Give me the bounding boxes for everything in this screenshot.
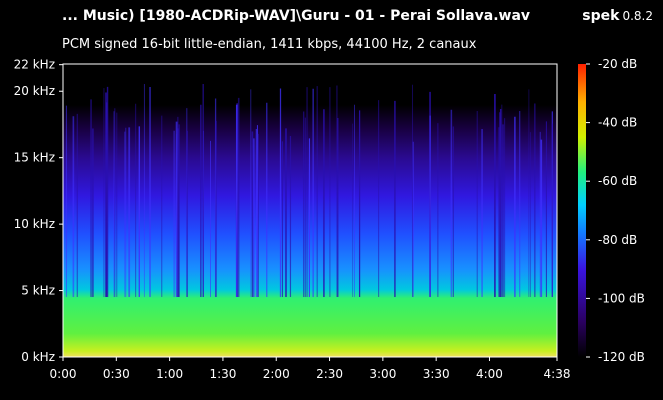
y-tick-label: 15 kHz: [14, 151, 55, 165]
y-tick-label: 22 kHz: [14, 58, 55, 72]
x-tick-label: 0:00: [50, 367, 77, 381]
x-tick-label: 4:38: [544, 367, 571, 381]
spectrogram-chart: 0:00 0:30 1:00 1:30 2:00 2:30 3:00 3:30 4:00 4:38…: [14, 57, 645, 381]
x-tick-label: 4:00: [476, 367, 503, 381]
x-tick-label: 1:30: [209, 367, 236, 381]
x-tick-label: 3:00: [369, 367, 396, 381]
x-tick-label: 2:30: [316, 367, 343, 381]
x-tick-label: 3:30: [423, 367, 450, 381]
colorbar: [578, 64, 586, 357]
colorbar-tick-label: -80 dB: [598, 233, 637, 247]
y-tick-label: 20 kHz: [14, 84, 55, 98]
colorbar-tick-label: -40 dB: [598, 116, 637, 130]
colorbar-tick-label: -120 dB: [598, 350, 645, 364]
colorbar-tick-label: -100 dB: [598, 291, 645, 305]
colorbar-tick-label: -20 dB: [598, 57, 637, 71]
y-tick-label: 10 kHz: [14, 217, 55, 231]
y-tick-label: 5 kHz: [21, 284, 55, 298]
colorbar-tick-label: -60 dB: [598, 174, 637, 188]
x-tick-label: 0:30: [103, 367, 130, 381]
spectrogram-area: [63, 64, 557, 357]
x-tick-label: 1:00: [156, 367, 183, 381]
y-tick-label: 0 kHz: [21, 350, 55, 364]
x-tick-label: 2:00: [263, 367, 290, 381]
